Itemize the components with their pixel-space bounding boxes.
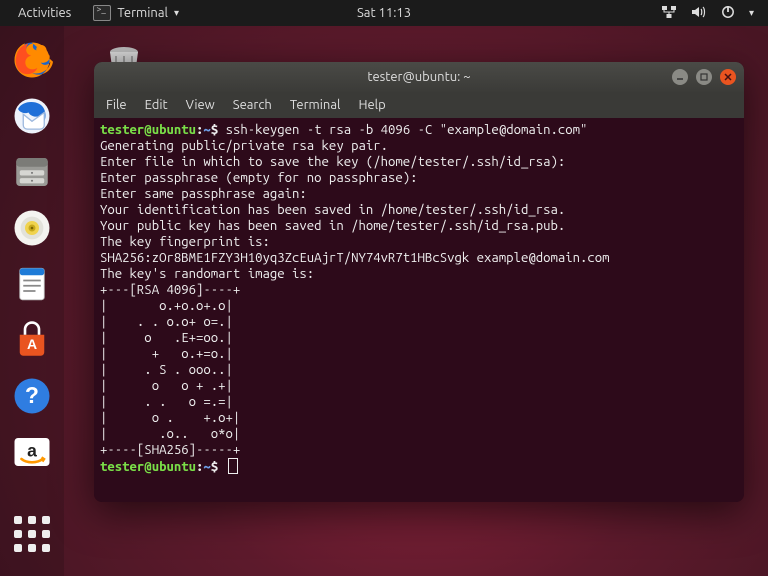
apps-grid-icon [14, 516, 50, 552]
out-line: | . . o.o+ o=.| [100, 315, 233, 329]
terminal-window: tester@ubuntu: ~ File Edit View Search T… [94, 62, 744, 502]
out-line: Your public key has been saved in /home/… [100, 219, 565, 233]
minimize-icon [675, 72, 685, 82]
out-line: Your identification has been saved in /h… [100, 203, 565, 217]
out-line: +----[SHA256]-----+ [100, 443, 240, 457]
terminal-icon [93, 5, 111, 21]
prompt-end: $ [211, 460, 226, 474]
terminal-output[interactable]: tester@ubuntu:~$ ssh-keygen -t rsa -b 40… [94, 118, 744, 502]
show-applications-button[interactable] [8, 510, 56, 558]
network-icon [661, 5, 677, 22]
chevron-down-icon: ▾ [174, 7, 179, 19]
prompt-user: tester@ubuntu [100, 123, 196, 137]
menu-help[interactable]: Help [358, 98, 385, 112]
dock-firefox[interactable] [8, 36, 56, 84]
out-line: SHA256:zOr8BME1FZY3H10yq3ZcEuAjrT/NY74vR… [100, 251, 610, 265]
out-line: | . . o =.=| [100, 395, 233, 409]
out-line: | . S . ooo..| [100, 363, 233, 377]
app-menu[interactable]: Terminal ▾ [83, 5, 189, 21]
terminal-menubar: File Edit View Search Terminal Help [94, 92, 744, 118]
maximize-icon [699, 72, 709, 82]
svg-text:?: ? [25, 382, 39, 408]
menu-file[interactable]: File [106, 98, 127, 112]
clock[interactable]: Sat 11:13 [357, 6, 411, 20]
dock-rhythmbox[interactable] [8, 204, 56, 252]
volume-icon [691, 5, 707, 22]
dock-amazon[interactable]: a [8, 428, 56, 476]
out-line: Enter passphrase (empty for no passphras… [100, 171, 418, 185]
out-line: | o .E+=oo.| [100, 331, 233, 345]
out-line: +---[RSA 4096]----+ [100, 283, 240, 297]
dock-help[interactable]: ? [8, 372, 56, 420]
menu-view[interactable]: View [186, 98, 215, 112]
prompt-path: ~ [203, 460, 210, 474]
window-minimize-button[interactable] [672, 69, 688, 85]
dock-writer[interactable] [8, 260, 56, 308]
cursor [228, 458, 238, 474]
window-close-button[interactable] [720, 69, 736, 85]
launcher-dock: A ? a [0, 26, 64, 576]
out-line: | o.+o.o+.o| [100, 299, 233, 313]
prompt-end: $ [211, 123, 226, 137]
window-title: tester@ubuntu: ~ [367, 70, 470, 84]
dock-thunderbird[interactable] [8, 92, 56, 140]
menu-terminal[interactable]: Terminal [290, 98, 341, 112]
prompt-path: ~ [203, 123, 210, 137]
out-line: | .o.. o*o| [100, 427, 240, 441]
out-line: | + o.+=o.| [100, 347, 233, 361]
dock-software[interactable]: A [8, 316, 56, 364]
activities-button[interactable]: Activities [6, 0, 83, 26]
menu-search[interactable]: Search [233, 98, 272, 112]
menu-edit[interactable]: Edit [145, 98, 168, 112]
out-line: Enter same passphrase again: [100, 187, 307, 201]
power-icon [721, 5, 735, 22]
close-icon [723, 72, 733, 82]
out-line: | o o + .+| [100, 379, 233, 393]
out-line: The key's randomart image is: [100, 267, 314, 281]
dock-files[interactable] [8, 148, 56, 196]
system-status-area[interactable]: ▾ [661, 5, 768, 22]
app-menu-label: Terminal [117, 6, 168, 20]
command-text: ssh-keygen -t rsa -b 4096 -C "example@do… [226, 123, 588, 137]
window-maximize-button[interactable] [696, 69, 712, 85]
gnome-top-bar: Activities Terminal ▾ Sat 11:13 ▾ [0, 0, 768, 26]
svg-text:a: a [27, 440, 37, 460]
window-titlebar[interactable]: tester@ubuntu: ~ [94, 62, 744, 92]
prompt-user: tester@ubuntu [100, 460, 196, 474]
svg-text:A: A [27, 336, 37, 352]
out-line: Enter file in which to save the key (/ho… [100, 155, 565, 169]
out-line: Generating public/private rsa key pair. [100, 139, 388, 153]
chevron-down-icon: ▾ [749, 7, 754, 19]
out-line: | o . +.o+| [100, 411, 240, 425]
out-line: The key fingerprint is: [100, 235, 270, 249]
